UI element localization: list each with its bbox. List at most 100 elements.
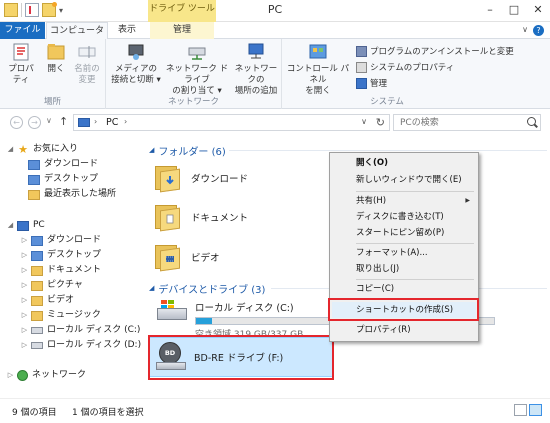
collapse-icon[interactable]: ▷	[20, 308, 29, 323]
folders-group-header[interactable]: ◢ フォルダー (6)	[149, 143, 226, 158]
chevron-down-icon: ◢	[149, 284, 155, 292]
refresh-icon[interactable]: ↻	[376, 116, 385, 129]
nav-fav-downloads[interactable]: ダウンロード	[0, 157, 144, 172]
system-properties-label: システムのプロパティ	[370, 63, 455, 73]
menu-item-properties[interactable]: プロパティ(R)	[332, 322, 476, 338]
folder-label: ダウンロード	[191, 174, 249, 185]
highlight-frame-menu-item	[328, 298, 479, 321]
menu-item-eject[interactable]: 取り出し(J)	[332, 261, 476, 277]
tab-computer[interactable]: コンピューター	[46, 22, 108, 52]
breadcrumb-separator[interactable]: ›	[94, 117, 97, 126]
nav-pc-pictures[interactable]: ▷ ピクチャ	[0, 278, 144, 293]
menu-item-copy[interactable]: コピー(C)	[332, 281, 476, 297]
maximize-button[interactable]: □	[502, 0, 526, 20]
tiles-view-icon[interactable]	[529, 404, 542, 416]
system-properties-button[interactable]: システムのプロパティ	[356, 61, 454, 73]
details-view-icon[interactable]	[514, 404, 527, 416]
highlight-frame-drive	[148, 335, 334, 380]
desktop-folder-icon	[31, 250, 43, 261]
collapse-icon[interactable]: ▷	[20, 293, 29, 308]
nav-pc-label: PC	[33, 220, 45, 230]
uninstall-program-button[interactable]: プログラムのアンインストールと変更	[356, 45, 514, 57]
collapse-icon[interactable]: ▷	[20, 248, 29, 263]
nav-fav-desktop[interactable]: デスクトップ	[0, 172, 144, 187]
collapse-icon[interactable]: ▷	[20, 323, 29, 338]
close-button[interactable]: ✕	[526, 0, 550, 20]
nav-pc-downloads[interactable]: ▷ ダウンロード	[0, 233, 144, 248]
nav-item-label: ミュージック	[47, 310, 101, 320]
add-location-label-line1: ネットワークの	[234, 64, 278, 85]
address-history-dropdown[interactable]: ∨	[361, 117, 367, 126]
menu-item-burn-to-disc[interactable]: ディスクに書き込む(T)	[332, 209, 476, 225]
expand-icon[interactable]: ◢	[6, 218, 15, 233]
nav-pc-videos[interactable]: ▷ ビデオ	[0, 293, 144, 308]
help-button[interactable]: ?	[533, 25, 544, 36]
breadcrumb-pc[interactable]: PC	[106, 117, 118, 128]
folder-documents[interactable]: ドキュメント	[155, 198, 248, 236]
address-bar[interactable]: › PC › ∨ ↻	[73, 114, 390, 131]
nav-fav-recent[interactable]: 最近表示した場所	[0, 187, 144, 202]
menu-item-open-new-window[interactable]: 新しいウィンドウで開く(E)	[332, 172, 476, 188]
documents-folder-icon	[155, 203, 181, 232]
open-control-panel-button[interactable]: コントロール パネル を開く	[286, 42, 350, 97]
properties-button[interactable]: プロパティ	[4, 42, 38, 86]
devices-group-title: デバイスとドライブ (3)	[158, 284, 266, 296]
location-group-label: 場所	[43, 97, 61, 107]
collapse-icon[interactable]: ▷	[20, 263, 29, 278]
menu-separator	[356, 191, 474, 192]
add-network-location-button[interactable]: ネットワークの 場所の追加	[232, 42, 280, 97]
nav-favorites[interactable]: ◢ ★ お気に入り	[0, 142, 144, 157]
map-network-drive-button[interactable]: ネットワーク ドライブ の割り当て ▾	[164, 42, 230, 97]
folder-downloads[interactable]: ダウンロード	[155, 159, 248, 197]
item-count: 9 個の項目	[12, 408, 57, 418]
back-button[interactable]: ←	[10, 116, 23, 129]
control-panel-label-line1: コントロール パネル	[286, 64, 350, 85]
collapse-icon[interactable]: ▷	[20, 233, 29, 248]
pictures-folder-icon	[31, 280, 43, 291]
videos-folder-icon	[31, 295, 43, 306]
network-drive-icon	[188, 47, 206, 60]
devices-group-header[interactable]: ◢ デバイスとドライブ (3)	[149, 281, 266, 296]
media-connect-button[interactable]: メディアの 接続と切断 ▾	[110, 42, 162, 86]
menu-item-open[interactable]: 開く(O)	[332, 155, 476, 171]
tab-file[interactable]: ファイル	[0, 22, 45, 39]
manage-button[interactable]: 管理	[356, 77, 387, 89]
tab-view[interactable]: 表示	[110, 22, 144, 39]
window-controls: – □ ✕	[478, 0, 550, 20]
up-button[interactable]: ↑	[59, 115, 68, 128]
nav-pc-local-disk-d[interactable]: ▷ ローカル ディスク (D:)	[0, 338, 144, 353]
nav-pc[interactable]: ◢ PC	[0, 218, 144, 233]
tab-manage[interactable]: 管理	[150, 22, 214, 39]
documents-folder-icon	[31, 265, 43, 276]
media-label-line2: 接続と切断 ▾	[111, 75, 161, 85]
ribbon-group-network: メディアの 接続と切断 ▾ ネットワーク ドライブ の割り当て ▾ ネットワーク…	[106, 39, 282, 109]
open-button[interactable]: 開く	[44, 42, 68, 75]
ribbon-collapse-button[interactable]: ∨	[522, 25, 528, 34]
map-drive-label-line1: ネットワーク ドライブ	[165, 64, 229, 85]
nav-pc-documents[interactable]: ▷ ドキュメント	[0, 263, 144, 278]
nav-network[interactable]: ▷ ネットワーク	[0, 368, 144, 383]
nav-pc-local-disk-c[interactable]: ▷ ローカル ディスク (C:)	[0, 323, 144, 338]
menu-item-pin-to-start[interactable]: スタートにピン留め(P)	[332, 225, 476, 241]
breadcrumb-separator[interactable]: ›	[124, 117, 127, 126]
search-box[interactable]	[393, 114, 541, 131]
folder-videos[interactable]: ビデオ	[155, 238, 220, 276]
collapse-icon[interactable]: ▷	[20, 278, 29, 293]
collapse-icon[interactable]: ▷	[20, 338, 29, 353]
drive-icon	[31, 342, 43, 349]
nav-pc-desktop[interactable]: ▷ デスクトップ	[0, 248, 144, 263]
ribbon-group-system: コントロール パネル を開く プログラムのアンインストールと変更 システムのプロ…	[282, 39, 514, 109]
nav-item-label: ドキュメント	[47, 265, 102, 275]
expand-icon[interactable]: ◢	[6, 142, 15, 157]
menu-item-format[interactable]: フォーマット(A)...	[332, 245, 476, 261]
ribbon-tab-strip: ファイル コンピューター 表示 管理 ∨ ?	[0, 22, 550, 52]
collapse-icon[interactable]: ▷	[6, 368, 15, 383]
nav-pc-music[interactable]: ▷ ミュージック	[0, 308, 144, 323]
search-input[interactable]	[394, 115, 514, 130]
menu-item-share[interactable]: 共有(H) ▶	[332, 193, 476, 209]
forward-button[interactable]: →	[28, 116, 41, 129]
rename-button[interactable]: 名前の 変更	[72, 42, 102, 86]
search-icon[interactable]	[527, 117, 536, 126]
minimize-button[interactable]: –	[478, 0, 502, 20]
recent-locations-dropdown[interactable]: ∨	[46, 116, 52, 125]
